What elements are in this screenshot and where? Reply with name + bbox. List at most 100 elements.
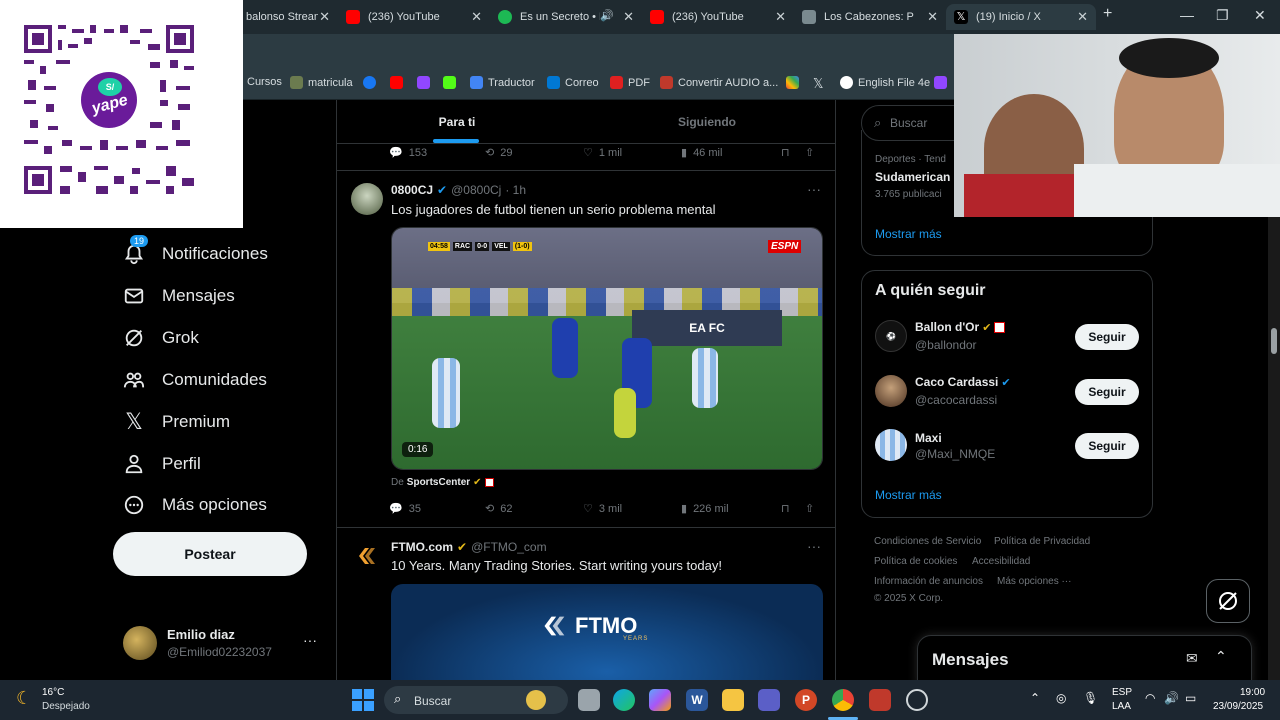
- tweet-ftmo[interactable]: FTMO.com ✔ @FTMO_com ··· 10 Years. Many …: [337, 528, 835, 680]
- footer-ads-info[interactable]: Información de anuncios: [874, 576, 983, 587]
- trend-title[interactable]: Sudamerican: [875, 170, 950, 184]
- bookmark-traductor[interactable]: Traductor: [470, 76, 535, 89]
- more-icon[interactable]: ···: [807, 538, 821, 554]
- tab-cabezones[interactable]: Los Cabezones: P ✕: [794, 4, 946, 30]
- grok-floating-button[interactable]: [1206, 579, 1250, 623]
- bookmark-correo[interactable]: Correo: [547, 76, 599, 89]
- maximize-icon[interactable]: ❐: [1216, 7, 1229, 24]
- bookmark-pinwheel[interactable]: [786, 76, 799, 89]
- reply-button[interactable]: 💬 35: [389, 502, 485, 516]
- nav-notificaciones[interactable]: 19 Notificaciones: [122, 235, 268, 271]
- windows-start-icon[interactable]: [352, 689, 374, 711]
- security-app-icon[interactable]: [869, 689, 891, 711]
- weather-desc[interactable]: Despejado: [42, 701, 90, 712]
- bookmark-icon[interactable]: ⊓: [781, 502, 805, 515]
- follow-suggestion[interactable]: Maxi @Maxi_NMQE Seguir: [875, 427, 1145, 467]
- tweet-0800cj[interactable]: 0800CJ ✔ @0800Cj · 1h ··· Los jugadores …: [337, 171, 835, 527]
- ftmo-banner[interactable]: FTMO YEARS: [391, 584, 823, 680]
- show-more-link[interactable]: Mostrar más: [875, 227, 942, 241]
- tab-siguiendo[interactable]: Siguiendo: [587, 100, 827, 144]
- tab-youtube-2[interactable]: (236) YouTube ✕: [642, 4, 794, 30]
- bookmark-icon[interactable]: ⊓: [781, 146, 805, 159]
- close-icon[interactable]: ✕: [623, 9, 634, 25]
- share-icon[interactable]: ⇧: [805, 146, 823, 159]
- follow-button[interactable]: Seguir: [1075, 324, 1139, 350]
- nav-grok[interactable]: Grok: [122, 321, 199, 355]
- tab-spotify[interactable]: Es un Secreto • P 🔊 ✕: [490, 4, 642, 30]
- nav-premium[interactable]: 𝕏 Premium: [122, 405, 230, 439]
- new-tab-button[interactable]: +: [1103, 5, 1112, 23]
- tab-youtube-1[interactable]: (236) YouTube ✕: [338, 4, 490, 30]
- microphone-icon[interactable]: 🎙: [1083, 691, 1098, 705]
- close-icon[interactable]: ✕: [1077, 9, 1088, 25]
- tab-para-ti[interactable]: Para ti: [337, 100, 577, 144]
- clock-time[interactable]: 19:00: [1240, 687, 1265, 698]
- close-window-icon[interactable]: ✕: [1254, 7, 1266, 24]
- kick-icon[interactable]: [443, 76, 456, 89]
- nav-mensajes[interactable]: Mensajes: [122, 279, 235, 313]
- follow-button[interactable]: Seguir: [1075, 379, 1139, 405]
- facebook-icon[interactable]: [363, 76, 376, 89]
- input-layout[interactable]: LAA: [1112, 701, 1131, 712]
- youtube-icon[interactable]: [390, 76, 403, 89]
- bookmark-convertir-audio[interactable]: Convertir AUDIO a...: [660, 76, 778, 89]
- twitch-icon[interactable]: [934, 76, 947, 89]
- weather-temp[interactable]: 16°C: [42, 687, 64, 698]
- show-more-link[interactable]: Mostrar más: [875, 488, 942, 502]
- taskbar-search[interactable]: ⌕ Buscar: [384, 686, 568, 714]
- footer-terms[interactable]: Condiciones de Servicio: [874, 536, 981, 547]
- chrome-icon[interactable]: [832, 689, 854, 711]
- clock-date[interactable]: 23/09/2025: [1213, 701, 1263, 712]
- repost-button[interactable]: ⟲ 62: [485, 502, 583, 516]
- teams-icon[interactable]: [758, 689, 780, 711]
- close-icon[interactable]: ✕: [319, 9, 330, 25]
- battery-icon[interactable]: ▭: [1185, 691, 1196, 705]
- close-icon[interactable]: ✕: [471, 9, 482, 25]
- close-icon[interactable]: ✕: [775, 9, 786, 25]
- new-message-icon[interactable]: ✉: [1186, 650, 1198, 667]
- input-language[interactable]: ESP: [1112, 687, 1132, 698]
- footer-cookies[interactable]: Política de cookies: [874, 556, 957, 567]
- messages-drawer[interactable]: Mensajes ✉ ⌃: [917, 635, 1252, 685]
- reply-button[interactable]: 💬 153: [389, 146, 485, 160]
- obs-icon[interactable]: [906, 689, 928, 711]
- more-icon[interactable]: ···: [303, 632, 317, 648]
- video-source[interactable]: De SportsCenter ✔: [391, 477, 494, 488]
- footer-privacy[interactable]: Política de Privacidad: [994, 536, 1090, 547]
- bookmark-pdf[interactable]: PDF: [610, 76, 650, 89]
- bookmark-english-file[interactable]: English File 4e: [840, 76, 930, 89]
- volume-icon[interactable]: 🔊: [1164, 691, 1179, 705]
- task-view-icon[interactable]: [578, 689, 600, 711]
- minimize-icon[interactable]: —: [1180, 7, 1194, 23]
- bookmark-matricula[interactable]: matricula: [290, 76, 353, 89]
- nav-mas-opciones[interactable]: Más opciones: [122, 488, 267, 522]
- more-icon[interactable]: ···: [807, 181, 821, 197]
- speaker-icon[interactable]: 🔊: [600, 9, 614, 22]
- powerpoint-icon[interactable]: P: [795, 689, 817, 711]
- bookmark-cursos[interactable]: Cursos: [247, 76, 282, 88]
- nav-comunidades[interactable]: Comunidades: [122, 363, 267, 397]
- copilot-icon[interactable]: [649, 689, 671, 711]
- repost-button[interactable]: ⟲ 29: [485, 146, 583, 160]
- post-button[interactable]: Postear: [113, 532, 307, 576]
- close-icon[interactable]: ✕: [927, 9, 938, 25]
- views-button[interactable]: ▮ 226 mil: [681, 502, 781, 516]
- wifi-icon[interactable]: ◠: [1145, 691, 1155, 705]
- follow-suggestion[interactable]: ⚽ Ballon d'Or ✔ @ballondor Seguir: [875, 318, 1145, 358]
- footer-more[interactable]: Más opciones ···: [997, 576, 1071, 587]
- tab-x-active[interactable]: 𝕏 (19) Inicio / X ✕: [946, 4, 1096, 30]
- tab-twitch[interactable]: balonso Strean ✕: [238, 4, 338, 30]
- like-button[interactable]: ♡ 3 mil: [583, 502, 681, 516]
- expand-icon[interactable]: ⌃: [1215, 648, 1227, 665]
- account-switcher[interactable]: Emilio diaz @Emiliod02232037 ···: [113, 618, 323, 668]
- follow-button[interactable]: Seguir: [1075, 433, 1139, 459]
- share-icon[interactable]: ⇧: [805, 502, 823, 515]
- twitch-icon[interactable]: [417, 76, 430, 89]
- tray-app-icon[interactable]: ◎: [1056, 691, 1066, 705]
- tweet-video[interactable]: EA FC 04:58 RAC 0-0 VEL (1-0) ESPN 0:16: [391, 227, 823, 470]
- edge-icon[interactable]: [613, 689, 635, 711]
- views-button[interactable]: ▮ 46 mil: [681, 146, 781, 160]
- nav-perfil[interactable]: Perfil: [122, 447, 201, 481]
- like-button[interactable]: ♡ 1 mil: [583, 146, 681, 160]
- file-explorer-icon[interactable]: [722, 689, 744, 711]
